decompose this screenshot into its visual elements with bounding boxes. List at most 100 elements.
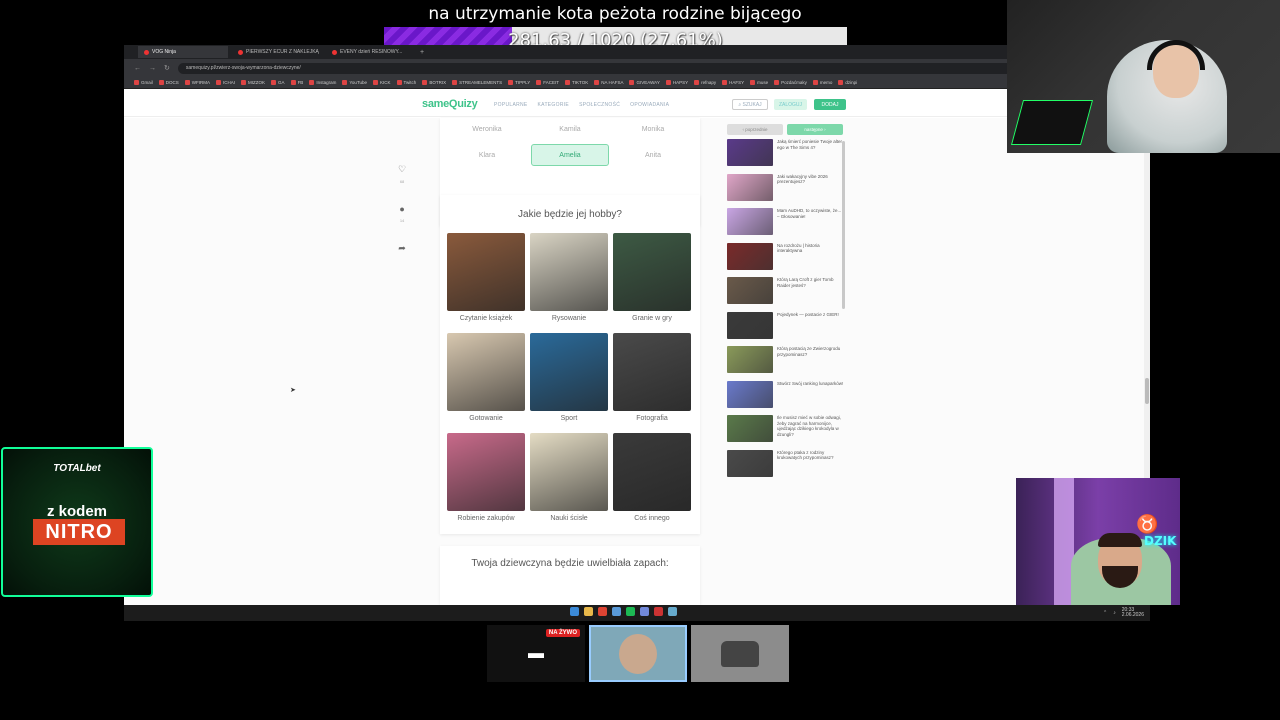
bookmark-item[interactable]: GA: [271, 80, 285, 85]
name-option[interactable]: Weronika: [448, 118, 526, 140]
hobby-option[interactable]: Rysowanie: [530, 233, 608, 333]
hobby-option[interactable]: Czytanie książek: [447, 233, 525, 333]
reload-icon[interactable]: ↻: [164, 64, 170, 72]
nav-community[interactable]: SPOŁECZNOŚĆ: [579, 102, 620, 108]
url-input[interactable]: samequizy.pl/zwierz-swoja-wymarzona-dzie…: [177, 62, 1110, 74]
bookmark-item[interactable]: HAFSY: [722, 80, 744, 85]
bookmark-item[interactable]: HAPSY: [665, 80, 688, 85]
bookmark-item[interactable]: Pozdaćmaky: [774, 80, 807, 85]
hobby-option[interactable]: Sport: [530, 333, 608, 433]
related-quizzes: ‹ poprzednie następne › Jaką śmierć poni…: [727, 118, 845, 481]
nav-stories[interactable]: OPOWIADANIA: [630, 102, 669, 108]
hobby-option[interactable]: Robienie zakupów: [447, 433, 525, 533]
wifi-icon[interactable]: ⌃: [1103, 610, 1107, 616]
bookmark-item[interactable]: GIVEAWAY: [629, 80, 660, 85]
bookmark-item[interactable]: WFIRMA: [184, 80, 210, 85]
scene-screen[interactable]: ▬ NA ŻYWO: [487, 625, 585, 682]
name-option[interactable]: Anita: [614, 144, 692, 166]
related-scrollbar[interactable]: [842, 141, 845, 309]
browser-window: VOG Ninja PIERWSZY ECUR Z NAKLEJKĄ EVENY…: [124, 45, 1150, 605]
scene-camera[interactable]: [589, 625, 687, 682]
bookmark-item[interactable]: BOTRIX: [422, 80, 446, 85]
back-icon[interactable]: ←: [134, 65, 141, 72]
new-tab-icon[interactable]: +: [420, 49, 424, 56]
volume-icon[interactable]: ♪: [1113, 610, 1116, 616]
related-quiz-item[interactable]: Mam AuDHD, to oczywiste, że... – Głosowa…: [727, 208, 845, 243]
steam-icon[interactable]: [612, 607, 621, 616]
bookmark-item[interactable]: dzinpi: [838, 80, 857, 85]
heart-icon[interactable]: ♡: [398, 164, 406, 175]
browser-tab[interactable]: VOG Ninja: [138, 46, 228, 58]
hobby-image: [447, 433, 525, 511]
bookmark-item[interactable]: NA HAFSA: [594, 80, 623, 85]
add-quiz-button[interactable]: DODAJ: [814, 99, 846, 110]
related-quiz-item[interactable]: Jaki wakacyjny vibe 2026 prezentujesz?: [727, 173, 845, 209]
bookmark-item[interactable]: memo: [812, 80, 832, 85]
bookmark-item[interactable]: ICHAI: [216, 80, 235, 85]
bookmark-item[interactable]: TIPPLY: [508, 80, 530, 85]
hobby-option[interactable]: Fotografia: [613, 333, 691, 433]
browser-tab[interactable]: EVENY dzień RESINOWY...: [326, 46, 416, 58]
share-icon[interactable]: ➦: [398, 243, 406, 254]
bookmark-item[interactable]: DOCS: [158, 80, 179, 85]
bookmark-favicon-icon: [216, 80, 222, 85]
bookmark-item[interactable]: Gmail: [134, 80, 153, 85]
name-option[interactable]: Amelia: [531, 144, 609, 166]
next-tab[interactable]: następne ›: [787, 124, 843, 135]
name-option[interactable]: Kamila: [531, 118, 609, 140]
tab-favicon-icon: [332, 49, 337, 55]
hobby-option[interactable]: Coś innego: [613, 433, 691, 533]
bookmark-item[interactable]: Instagram: [309, 80, 336, 85]
related-quiz-item[interactable]: Stwórz Swój ranking lunaparków!: [727, 380, 845, 416]
related-quiz-item[interactable]: Jaką śmierć poniesie Twoje alter ego w T…: [727, 139, 845, 174]
name-option[interactable]: Monika: [614, 118, 692, 140]
question-scent: Twoja dziewczyna będzie uwielbiała zapac…: [471, 558, 669, 569]
bookmark-item[interactable]: muse: [750, 80, 768, 85]
login-button[interactable]: ZALOGUJ: [774, 99, 807, 110]
discord-icon[interactable]: [640, 607, 649, 616]
nav-categories[interactable]: KATEGORIE: [538, 102, 570, 108]
nav-popular[interactable]: POPULARNE: [494, 102, 528, 108]
bookmark-item[interactable]: FB: [290, 80, 303, 85]
windows-start-icon[interactable]: [570, 607, 579, 616]
hobby-option[interactable]: Nauki ścisłe: [530, 433, 608, 533]
bookmark-item[interactable]: KICK: [373, 80, 391, 85]
bookmark-item[interactable]: STREAMELEMENTS: [452, 80, 502, 85]
site-logo[interactable]: sameQuizy: [422, 98, 478, 110]
bookmark-favicon-icon: [134, 80, 139, 85]
related-quiz-item[interactable]: Którą Larą Croft z gier Tomb Raider jest…: [727, 277, 845, 312]
bookmark-item[interactable]: refnapy: [694, 80, 716, 85]
forward-icon[interactable]: →: [149, 65, 156, 72]
hobby-label: Gotowanie: [469, 415, 503, 422]
page-scrollbar-thumb[interactable]: [1145, 378, 1149, 404]
related-quiz-title: Mam AuDHD, to oczywiste, że... – Głosowa…: [777, 208, 842, 219]
hobby-option[interactable]: Granie w gry: [613, 233, 691, 333]
related-quiz-item[interactable]: Którego ptaka z rodziny krukowatych przy…: [727, 449, 845, 482]
spotify-icon[interactable]: [626, 607, 635, 616]
related-quiz-item[interactable]: Którą postacią ze Zwierzogrodu przypomin…: [727, 346, 845, 381]
bookmark-item[interactable]: YouTube: [342, 80, 367, 85]
bookmark-item[interactable]: Twitch: [396, 80, 416, 85]
related-quiz-item[interactable]: Pojedynek — postacie z GIER!: [727, 311, 845, 347]
related-quiz-item[interactable]: Ile musisz mieć w sobie odwagi, żeby zag…: [727, 415, 845, 450]
browser-tab[interactable]: PIERWSZY ECUR Z NAKLEJKĄ: [232, 46, 322, 58]
hobby-label: Czytanie książek: [459, 315, 513, 322]
obs-icon[interactable]: [654, 607, 663, 616]
hobby-option[interactable]: Gotowanie: [447, 333, 525, 433]
app-icon[interactable]: [668, 607, 677, 616]
comment-icon[interactable]: ●: [399, 204, 404, 214]
hobby-image: [613, 333, 691, 411]
clock[interactable]: 20:33 2.06.2026: [1122, 608, 1144, 618]
bookmark-item[interactable]: TIKTOK: [565, 80, 588, 85]
related-quiz-item[interactable]: Na rozdrożu | historia interaktywna: [727, 242, 845, 278]
bookmark-item[interactable]: MIZZOK: [241, 80, 265, 85]
bookmark-item[interactable]: FACEIT: [536, 80, 559, 85]
name-option[interactable]: Klara: [448, 144, 526, 166]
search-button[interactable]: ⌕ SZUKAJ: [732, 99, 768, 110]
chrome-icon[interactable]: [598, 607, 607, 616]
bookmark-favicon-icon: [665, 80, 671, 85]
scene-car[interactable]: [691, 625, 789, 682]
webcam-bottom: ♉ DZIK: [1016, 478, 1180, 605]
file-explorer-icon[interactable]: [584, 607, 593, 616]
previous-tab[interactable]: ‹ poprzednie: [727, 124, 783, 135]
